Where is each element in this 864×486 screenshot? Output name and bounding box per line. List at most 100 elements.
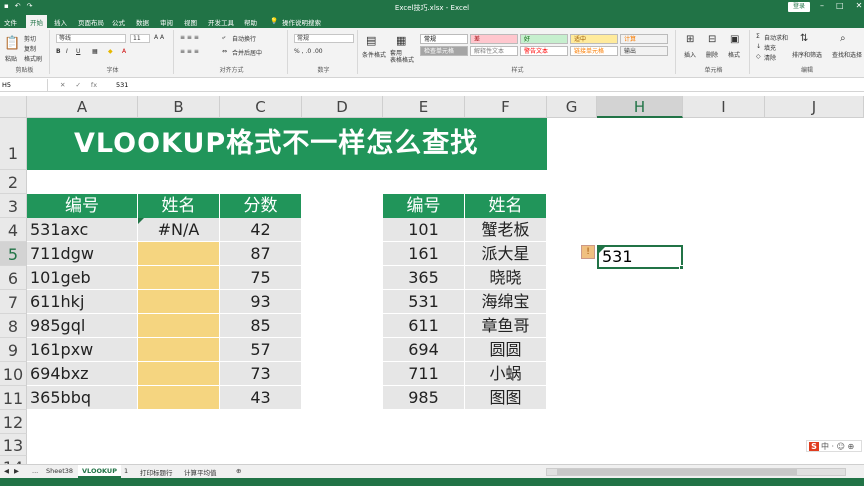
scrollbar-thumb[interactable] xyxy=(557,469,797,475)
clear-button[interactable]: 清除 xyxy=(764,53,776,62)
clear-icon[interactable]: ◇ xyxy=(756,53,761,60)
active-cell-h5[interactable]: 531 xyxy=(597,245,684,270)
enter-icon[interactable]: ✓ xyxy=(75,79,80,91)
left-table-cell[interactable] xyxy=(138,242,220,266)
bold-button[interactable]: B xyxy=(56,48,61,55)
sheet-tab-vlookup[interactable]: VLOOKUP xyxy=(78,465,121,478)
minimize-icon[interactable]: – xyxy=(820,1,824,10)
column-header-c[interactable]: C xyxy=(220,96,302,118)
ime-toolbar[interactable]: S 中 · ☺ ⊕ xyxy=(806,440,862,452)
underline-button[interactable]: U xyxy=(76,48,80,55)
tab-data[interactable]: 数据 xyxy=(136,17,149,27)
format-cells-button[interactable]: 格式 xyxy=(728,50,740,59)
horizontal-scrollbar[interactable] xyxy=(546,468,846,476)
tab-formulas[interactable]: 公式 xyxy=(112,17,125,27)
paste-button[interactable]: 粘贴 xyxy=(5,54,17,63)
left-table-cell[interactable]: #N/A xyxy=(138,218,220,242)
row-header-6[interactable]: 6 xyxy=(0,266,27,290)
right-table-cell[interactable]: 图图 xyxy=(465,386,547,410)
formula-input[interactable]: 531 xyxy=(116,79,128,91)
fill-button[interactable]: 填充 xyxy=(764,43,776,52)
percent-icon[interactable]: % ‚ .0 .00 xyxy=(294,48,323,55)
conditional-format-button[interactable]: 条件格式 xyxy=(362,50,386,59)
font-color-icon[interactable]: A xyxy=(122,48,126,55)
right-table-cell[interactable]: 101 xyxy=(383,218,465,242)
fill-icon[interactable]: ↓ xyxy=(756,43,761,50)
row-header-9[interactable]: 9 xyxy=(0,338,27,362)
tab-review[interactable]: 审阅 xyxy=(160,17,173,27)
left-table-cell[interactable] xyxy=(138,362,220,386)
fx-icon[interactable]: fx xyxy=(91,79,97,91)
left-table-cell[interactable]: 711dgw xyxy=(27,242,138,266)
fill-handle[interactable] xyxy=(679,265,684,270)
left-table-cell[interactable]: 611hkj xyxy=(27,290,138,314)
cut-button[interactable]: 剪切 xyxy=(24,34,36,43)
row-header-1[interactable]: 1 xyxy=(0,118,27,170)
tab-view[interactable]: 视图 xyxy=(184,17,197,27)
title-banner[interactable]: VLOOKUP格式不一样怎么查找 xyxy=(27,118,547,170)
merge-icon[interactable]: ⇔ xyxy=(222,48,227,55)
table-format-icon[interactable]: ▦ xyxy=(396,34,406,47)
select-all-corner[interactable] xyxy=(0,96,27,118)
cancel-icon[interactable]: ✕ xyxy=(60,79,65,91)
tab-home[interactable]: 开始 xyxy=(26,15,47,28)
left-table-header-id[interactable]: 编号 xyxy=(27,194,138,218)
right-table-cell[interactable]: 531 xyxy=(383,290,465,314)
font-name-select[interactable]: 等线 xyxy=(56,34,126,43)
find-select-button[interactable]: 查找和选择 xyxy=(832,50,862,59)
left-table-cell[interactable]: 101geb xyxy=(27,266,138,290)
grow-font-icon[interactable]: A A xyxy=(154,34,164,41)
left-table-cell[interactable]: 42 xyxy=(220,218,302,242)
wrap-text-button[interactable]: 自动换行 xyxy=(232,34,256,43)
right-table-cell[interactable]: 365 xyxy=(383,266,465,290)
right-table-cell[interactable]: 611 xyxy=(383,314,465,338)
row-header-12[interactable]: 12 xyxy=(0,410,27,434)
left-table-cell[interactable] xyxy=(138,266,220,290)
right-table-cell[interactable]: 小蜗 xyxy=(465,362,547,386)
paste-icon[interactable]: 📋 xyxy=(4,36,20,51)
row-header-7[interactable]: 7 xyxy=(0,290,27,314)
align-left-icon[interactable]: ≡ ≡ ≡ xyxy=(180,48,199,55)
merge-center-button[interactable]: 合并后居中 xyxy=(232,48,262,57)
row-header-3[interactable]: 3 xyxy=(0,194,27,218)
sheet-tab-1[interactable]: 1 xyxy=(124,467,128,475)
restore-icon[interactable]: □ xyxy=(836,1,844,10)
sheet-tab-more[interactable]: ... xyxy=(32,467,38,475)
row-header-11[interactable]: 11 xyxy=(0,386,27,410)
cell-style-7[interactable]: 警告文本 xyxy=(520,46,568,56)
left-table-cell[interactable] xyxy=(138,338,220,362)
tab-file[interactable]: 文件 xyxy=(4,17,17,27)
sort-filter-icon[interactable]: ⇅ xyxy=(800,33,808,44)
add-sheet-icon[interactable]: ⊕ xyxy=(236,467,241,475)
italic-button[interactable]: I xyxy=(66,48,68,55)
right-table-cell[interactable]: 章鱼哥 xyxy=(465,314,547,338)
tab-page-layout[interactable]: 页面布局 xyxy=(78,17,104,27)
left-table-cell[interactable]: 365bbq xyxy=(27,386,138,410)
cell-style-3[interactable]: 适中 xyxy=(570,34,618,44)
row-header-4[interactable]: 4 xyxy=(0,218,27,242)
column-header-b[interactable]: B xyxy=(138,96,220,118)
cell-style-4[interactable]: 计算 xyxy=(620,34,668,44)
login-button[interactable]: 登录 xyxy=(788,2,810,12)
left-table-cell[interactable]: 57 xyxy=(220,338,302,362)
left-table-cell[interactable]: 43 xyxy=(220,386,302,410)
right-table-cell[interactable]: 161 xyxy=(383,242,465,266)
format-cells-icon[interactable]: ▣ xyxy=(730,34,739,45)
left-table-cell[interactable]: 531axc xyxy=(27,218,138,242)
right-table-cell[interactable]: 晓晓 xyxy=(465,266,547,290)
left-table-cell[interactable]: 75 xyxy=(220,266,302,290)
conditional-format-icon[interactable]: ▤ xyxy=(366,34,376,47)
number-format-select[interactable]: 常规 xyxy=(294,34,354,43)
left-table-cell[interactable] xyxy=(138,386,220,410)
next-sheet-icon[interactable]: ▶ xyxy=(14,467,19,475)
left-table-cell[interactable]: 73 xyxy=(220,362,302,386)
cell-style-6[interactable]: 解释性文本 xyxy=(470,46,518,56)
row-header-10[interactable]: 10 xyxy=(0,362,27,386)
left-table-cell[interactable]: 85 xyxy=(220,314,302,338)
delete-cells-button[interactable]: 删除 xyxy=(706,50,718,59)
cell-style-0[interactable]: 常规 xyxy=(420,34,468,44)
sort-filter-button[interactable]: 排序和筛选 xyxy=(792,50,822,59)
right-table-cell[interactable]: 694 xyxy=(383,338,465,362)
tab-developer[interactable]: 开发工具 xyxy=(208,17,234,27)
column-header-g[interactable]: G xyxy=(547,96,597,118)
